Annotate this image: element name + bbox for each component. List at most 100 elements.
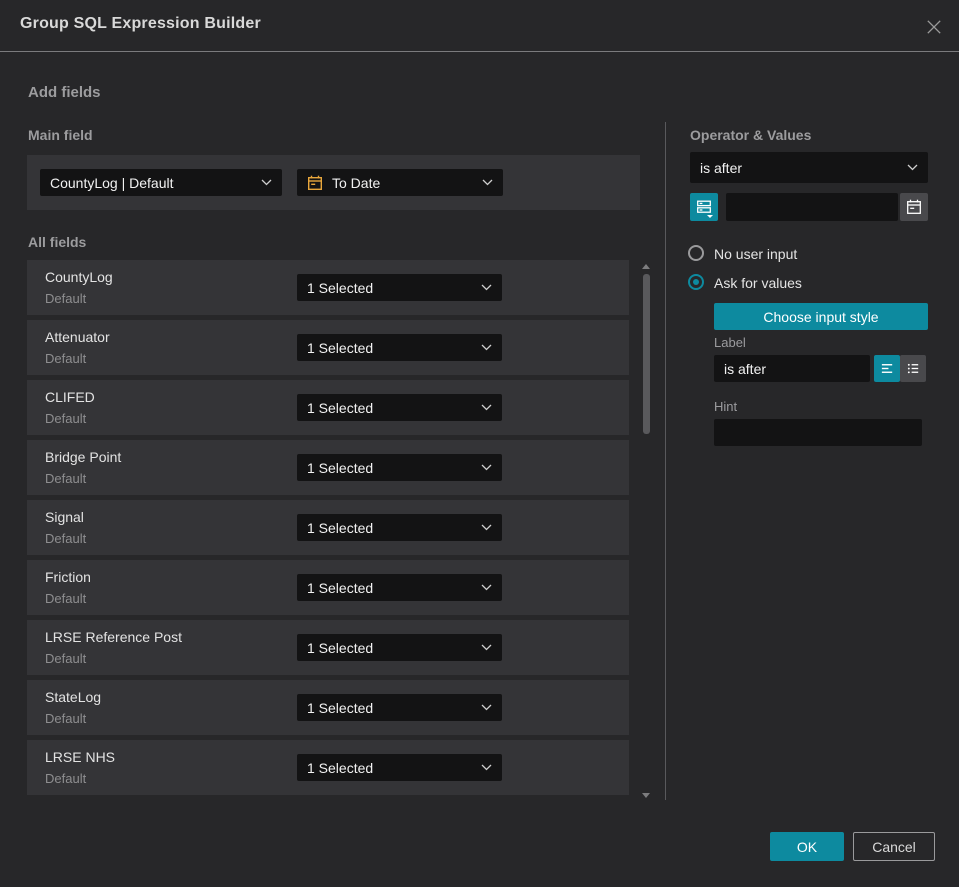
radio-no-user-input-label[interactable]: No user input: [714, 246, 797, 262]
all-fields-heading: All fields: [28, 234, 87, 250]
scroll-up-arrow-icon[interactable]: [642, 264, 650, 269]
field-row-attenuator: Attenuator Default 1 Selected: [27, 320, 629, 375]
field-name: CLIFED: [45, 389, 95, 405]
field-name: LRSE Reference Post: [45, 629, 182, 645]
selected-count-label: 1 Selected: [307, 639, 374, 656]
main-field-panel: CountyLog | Default To Date: [27, 155, 640, 210]
radio-ask-for-values[interactable]: [688, 274, 704, 290]
chevron-down-icon: [481, 644, 492, 651]
field-name: StateLog: [45, 689, 102, 705]
field-row-lrse-nhs: LRSE NHS Default 1 Selected: [27, 740, 629, 795]
radio-no-user-input[interactable]: [688, 245, 704, 261]
field-row-friction: Friction Default 1 Selected: [27, 560, 629, 615]
field-row-signal: Signal Default 1 Selected: [27, 500, 629, 555]
operator-select[interactable]: is after: [690, 152, 928, 183]
field-selected-dropdown[interactable]: 1 Selected: [297, 394, 502, 421]
field-subtitle: Default: [45, 351, 87, 366]
chevron-down-icon: [907, 164, 918, 171]
field-selected-dropdown[interactable]: 1 Selected: [297, 274, 502, 301]
field-subtitle: Default: [45, 711, 87, 726]
field-row-lrse-reference-post: LRSE Reference Post Default 1 Selected: [27, 620, 629, 675]
field-subtitle: Default: [45, 471, 87, 486]
all-fields-list: CountyLog Default 1 Selected Attenuator …: [27, 260, 629, 800]
field-subtitle: Default: [45, 591, 87, 606]
selected-count-label: 1 Selected: [307, 579, 374, 596]
chevron-down-icon: [481, 464, 492, 471]
field-selected-dropdown[interactable]: 1 Selected: [297, 634, 502, 661]
bulleted-list-icon: [907, 363, 918, 374]
caret-down-icon: [707, 215, 713, 218]
add-fields-heading: Add fields: [28, 84, 101, 101]
list-scrollbar-thumb[interactable]: [643, 274, 650, 434]
selected-count-label: 1 Selected: [307, 759, 374, 776]
field-row-statelog: StateLog Default 1 Selected: [27, 680, 629, 735]
field-subtitle: Default: [45, 531, 87, 546]
choose-input-style-button[interactable]: Choose input style: [714, 303, 928, 330]
chevron-down-icon: [482, 179, 493, 186]
field-selected-dropdown[interactable]: 1 Selected: [297, 334, 502, 361]
cancel-button[interactable]: Cancel: [853, 832, 935, 861]
field-selected-dropdown[interactable]: 1 Selected: [297, 514, 502, 541]
field-name: CountyLog: [45, 269, 113, 285]
date-picker-button[interactable]: [900, 193, 928, 221]
main-field-heading: Main field: [28, 127, 93, 143]
align-left-icon: [881, 364, 892, 373]
chevron-down-icon: [261, 179, 272, 186]
selected-count-label: 1 Selected: [307, 519, 374, 536]
chevron-down-icon: [481, 344, 492, 351]
selected-count-label: 1 Selected: [307, 399, 374, 416]
dialog-title: Group SQL Expression Builder: [20, 15, 261, 32]
panel-divider: [665, 122, 666, 800]
field-row-clifed: CLIFED Default 1 Selected: [27, 380, 629, 435]
chevron-down-icon: [481, 704, 492, 711]
close-icon: [927, 20, 941, 34]
ok-button[interactable]: OK: [770, 832, 844, 861]
field-name: Friction: [45, 569, 91, 585]
hint-input[interactable]: [714, 419, 922, 446]
hint-section-title: Hint: [714, 399, 738, 414]
titlebar: Group SQL Expression Builder: [0, 0, 959, 52]
selected-count-label: 1 Selected: [307, 339, 374, 356]
operator-select-value: is after: [700, 159, 743, 176]
field-name: Signal: [45, 509, 84, 525]
input-style-list-button[interactable]: [900, 355, 926, 382]
main-field-select-value: CountyLog | Default: [50, 174, 174, 191]
field-selected-dropdown[interactable]: 1 Selected: [297, 694, 502, 721]
label-section-title: Label: [714, 335, 746, 350]
selected-count-label: 1 Selected: [307, 459, 374, 476]
field-selected-dropdown[interactable]: 1 Selected: [297, 574, 502, 601]
field-selected-dropdown[interactable]: 1 Selected: [297, 754, 502, 781]
label-input[interactable]: [714, 355, 870, 382]
chevron-down-icon: [481, 584, 492, 591]
field-selected-dropdown[interactable]: 1 Selected: [297, 454, 502, 481]
stacked-values-icon: [697, 200, 711, 213]
calendar-icon: [308, 175, 323, 190]
main-field-select[interactable]: CountyLog | Default: [40, 169, 282, 196]
group-sql-expression-builder-dialog: Group SQL Expression Builder Add fields …: [0, 0, 959, 887]
close-button[interactable]: [923, 16, 945, 38]
value-input[interactable]: [726, 193, 898, 221]
field-name: Attenuator: [45, 329, 110, 345]
chevron-down-icon: [481, 404, 492, 411]
selected-count-label: 1 Selected: [307, 279, 374, 296]
field-name: LRSE NHS: [45, 749, 116, 765]
field-subtitle: Default: [45, 771, 87, 786]
field-subtitle: Default: [45, 651, 87, 666]
field-name: Bridge Point: [45, 449, 122, 465]
field-row-countylog: CountyLog Default 1 Selected: [27, 260, 629, 315]
scroll-down-arrow-icon[interactable]: [642, 793, 650, 798]
main-field-type-select[interactable]: To Date: [297, 169, 503, 196]
selected-count-label: 1 Selected: [307, 699, 374, 716]
chevron-down-icon: [481, 284, 492, 291]
input-style-text-button[interactable]: [874, 355, 900, 382]
main-field-type-value: To Date: [332, 174, 381, 191]
field-subtitle: Default: [45, 411, 87, 426]
chevron-down-icon: [481, 524, 492, 531]
chevron-down-icon: [481, 764, 492, 771]
field-subtitle: Default: [45, 291, 87, 306]
calendar-icon: [907, 199, 921, 214]
value-source-button[interactable]: [690, 193, 718, 221]
field-row-bridge-point: Bridge Point Default 1 Selected: [27, 440, 629, 495]
radio-ask-for-values-label[interactable]: Ask for values: [714, 275, 802, 291]
operator-values-heading: Operator & Values: [690, 127, 812, 143]
